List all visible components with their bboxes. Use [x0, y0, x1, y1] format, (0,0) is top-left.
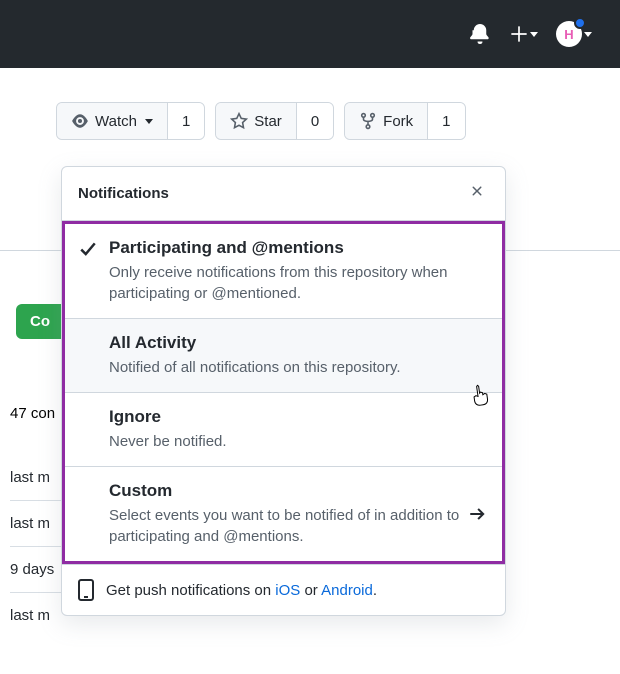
commit-count: 47 con: [10, 405, 55, 422]
star-button[interactable]: Star: [216, 103, 296, 139]
watch-label: Watch: [95, 113, 137, 130]
caret-down-icon: [145, 119, 153, 124]
plus-icon[interactable]: [510, 22, 538, 46]
notifications-popup: Notifications Participating and @mention…: [61, 166, 506, 616]
option-all-activity[interactable]: All Activity Notified of all notificatio…: [65, 319, 502, 393]
option-custom[interactable]: Custom Select events you want to be noti…: [65, 467, 502, 561]
option-ignore[interactable]: Ignore Never be notified.: [65, 393, 502, 467]
footer-text: Get push notifications on iOS or Android…: [106, 582, 377, 599]
eye-icon: [71, 112, 89, 130]
star-label: Star: [254, 113, 282, 130]
caret-down-icon: [530, 32, 538, 37]
option-desc: Select events you want to be notified of…: [109, 505, 468, 547]
option-desc: Never be notified.: [109, 431, 486, 452]
notification-dot-icon: [574, 17, 586, 29]
top-header: H: [0, 0, 620, 68]
fork-count[interactable]: 1: [427, 103, 464, 139]
caret-down-icon: [584, 32, 592, 37]
close-button[interactable]: [465, 179, 489, 208]
option-title: Custom: [109, 481, 468, 501]
option-title: Participating and @mentions: [109, 238, 486, 258]
watch-button-group: Watch 1: [56, 102, 205, 140]
android-link[interactable]: Android: [321, 582, 373, 599]
avatar: H: [556, 21, 582, 47]
fork-label: Fork: [383, 113, 413, 130]
ios-link[interactable]: iOS: [275, 582, 300, 599]
arrow-right-icon: [468, 505, 486, 523]
close-icon: [469, 183, 485, 199]
fork-button[interactable]: Fork: [345, 103, 427, 139]
popup-title: Notifications: [78, 185, 169, 202]
user-menu[interactable]: H: [556, 21, 592, 47]
option-participating[interactable]: Participating and @mentions Only receive…: [65, 224, 502, 319]
star-button-group: Star 0: [215, 102, 334, 140]
fork-icon: [359, 112, 377, 130]
options-list: Participating and @mentions Only receive…: [62, 221, 505, 564]
avatar-letter: H: [564, 27, 573, 42]
watch-button[interactable]: Watch: [57, 103, 167, 139]
star-icon: [230, 112, 248, 130]
fork-button-group: Fork 1: [344, 102, 465, 140]
option-desc: Only receive notifications from this rep…: [109, 262, 486, 304]
option-title: Ignore: [109, 407, 486, 427]
bell-icon[interactable]: [468, 22, 492, 46]
check-icon: [79, 240, 97, 258]
repo-actions: Watch 1 Star 0 Fork 1: [0, 68, 620, 140]
star-count[interactable]: 0: [296, 103, 333, 139]
mobile-icon: [78, 579, 94, 601]
popup-footer: Get push notifications on iOS or Android…: [62, 564, 505, 615]
option-desc: Notified of all notifications on this re…: [109, 357, 486, 378]
option-title: All Activity: [109, 333, 486, 353]
popup-header: Notifications: [62, 167, 505, 221]
code-button[interactable]: Co: [16, 304, 64, 339]
watch-count[interactable]: 1: [167, 103, 204, 139]
